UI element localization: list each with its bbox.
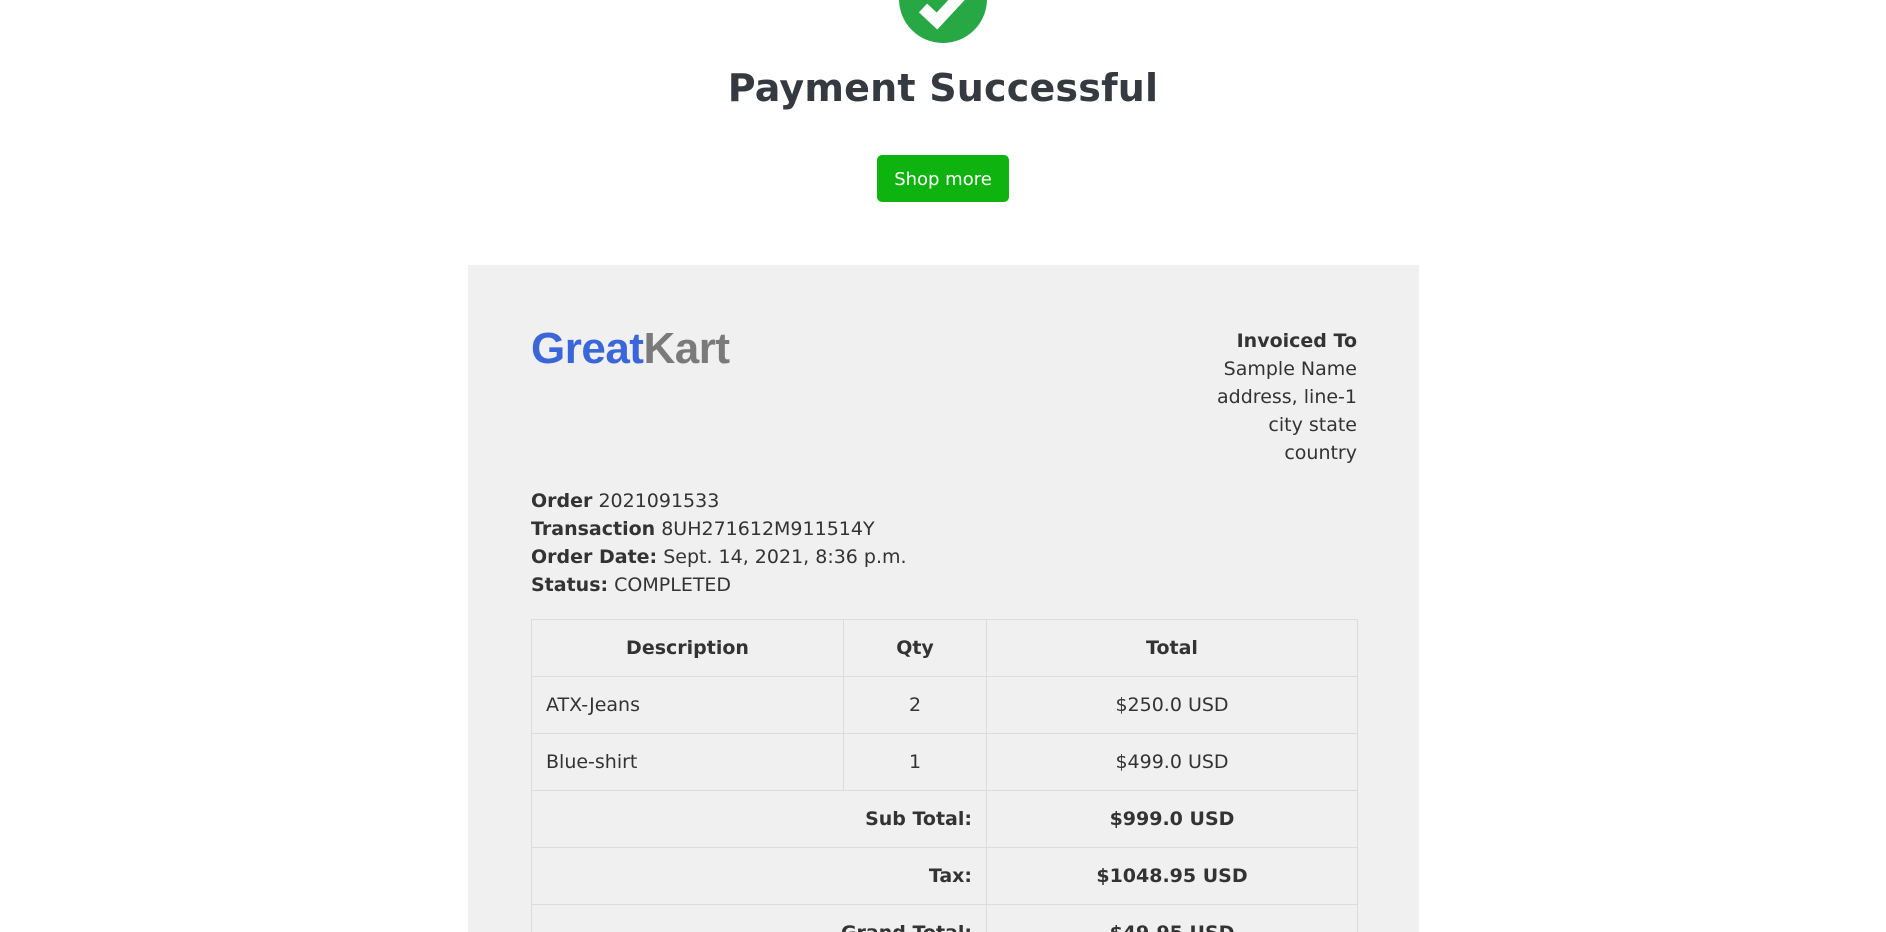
- tax-row: Tax: $1048.95 USD: [531, 847, 1358, 905]
- invoiced-to-block: Invoiced To Sample Name address, line-1 …: [1217, 327, 1357, 467]
- order-items-table: Description Qty Total ATX-Jeans 2 $250.0…: [531, 619, 1358, 932]
- customer-city-state: city state: [1268, 414, 1357, 436]
- grand-total-value: $49.95 USD: [986, 904, 1358, 932]
- order-label: Order: [531, 490, 593, 512]
- order-number: 2021091533: [598, 490, 720, 512]
- customer-name: Sample Name: [1223, 358, 1357, 380]
- payment-success-page: Payment Successful Shop more GreatKart I…: [0, 0, 1886, 932]
- order-date: Sept. 14, 2021, 8:36 p.m.: [663, 546, 907, 568]
- header-total: Total: [986, 619, 1358, 677]
- table-row: Blue-shirt 1 $499.0 USD: [531, 733, 1358, 791]
- status-line: Status: COMPLETED: [531, 571, 907, 599]
- invoiced-to-label: Invoiced To: [1236, 330, 1357, 352]
- logo-text-great: Great: [531, 324, 644, 373]
- order-number-line: Order 2021091533: [531, 487, 907, 515]
- invoice-card: GreatKart Invoiced To Sample Name addres…: [468, 265, 1419, 932]
- shop-more-button[interactable]: Shop more: [877, 155, 1009, 202]
- order-info-block: Order 2021091533 Transaction 8UH271612M9…: [531, 487, 907, 599]
- item-description: Blue-shirt: [531, 733, 844, 791]
- customer-country: country: [1284, 442, 1357, 464]
- item-description: ATX-Jeans: [531, 676, 844, 734]
- tax-value: $1048.95 USD: [986, 847, 1358, 905]
- page-title: Payment Successful: [727, 66, 1159, 110]
- subtotal-row: Sub Total: $999.0 USD: [531, 790, 1358, 848]
- transaction-id: 8UH271612M911514Y: [661, 518, 875, 540]
- tax-label: Tax:: [531, 847, 987, 905]
- order-date-line: Order Date: Sept. 14, 2021, 8:36 p.m.: [531, 543, 907, 571]
- item-total: $250.0 USD: [986, 676, 1358, 734]
- status-label: Status:: [531, 574, 609, 596]
- item-qty: 1: [843, 733, 987, 791]
- checkmark-icon: [918, 0, 965, 30]
- table-row: ATX-Jeans 2 $250.0 USD: [531, 676, 1358, 734]
- customer-address: address, line-1: [1217, 386, 1357, 408]
- header-description: Description: [531, 619, 844, 677]
- subtotal-label: Sub Total:: [531, 790, 987, 848]
- item-qty: 2: [843, 676, 987, 734]
- order-date-label: Order Date:: [531, 546, 658, 568]
- header-qty: Qty: [843, 619, 987, 677]
- item-total: $499.0 USD: [986, 733, 1358, 791]
- greatkart-logo[interactable]: GreatKart: [531, 324, 730, 373]
- logo-text-kart: Kart: [643, 324, 730, 373]
- table-header-row: Description Qty Total: [531, 619, 1358, 677]
- grand-total-label: Grand Total:: [531, 904, 987, 932]
- check-circle-icon: [899, 0, 987, 43]
- grand-total-row: Grand Total: $49.95 USD: [531, 904, 1358, 932]
- status-value: COMPLETED: [614, 574, 732, 596]
- transaction-line: Transaction 8UH271612M911514Y: [531, 515, 907, 543]
- transaction-label: Transaction: [531, 518, 656, 540]
- subtotal-value: $999.0 USD: [986, 790, 1358, 848]
